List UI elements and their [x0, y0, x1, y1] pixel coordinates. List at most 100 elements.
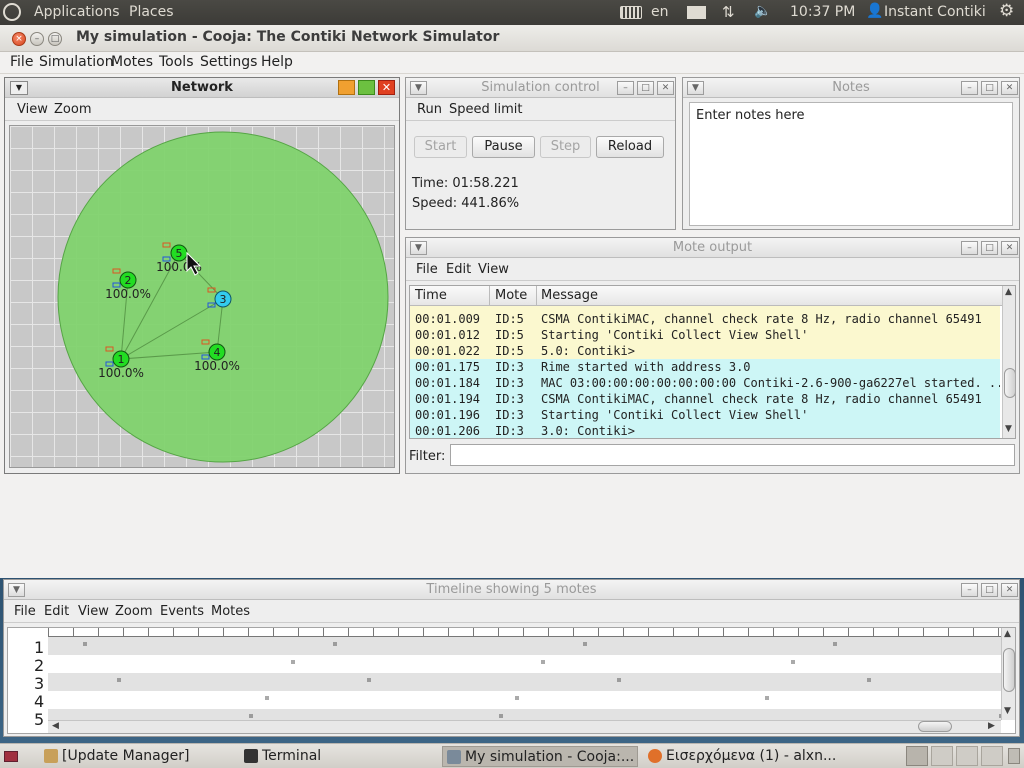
minimize-window-button[interactable]: – [30, 32, 44, 46]
menu-file[interactable]: File [10, 54, 33, 70]
scroll-up-arrow-icon[interactable]: ▲ [1005, 287, 1012, 297]
places-menu[interactable]: Places [129, 4, 174, 20]
keyboard-icon[interactable] [620, 6, 642, 19]
output-menu-view[interactable]: View [478, 262, 509, 277]
timeline-titlebar[interactable]: ▼ Timeline showing 5 motes – □ ✕ [4, 580, 1019, 600]
minimize-frame-button[interactable] [338, 80, 355, 95]
frame-menu-icon[interactable]: ▼ [687, 81, 704, 95]
timeline-horizontal-scrollbar[interactable]: ◀ ▶ [48, 720, 1001, 733]
scrollbar-thumb[interactable] [918, 721, 952, 732]
column-time[interactable]: Time [415, 288, 489, 303]
close-frame-button[interactable]: ✕ [378, 80, 395, 95]
mote-output-table[interactable]: Time Mote Message 00:01.009 ID:5 CSMA Cont… [409, 285, 1016, 439]
ubuntu-logo-icon[interactable] [3, 3, 21, 21]
step-button[interactable]: Step [540, 136, 591, 158]
menu-tools[interactable]: Tools [159, 54, 194, 70]
timeline-vertical-scrollbar[interactable]: ▲ ▼ [1001, 628, 1015, 720]
network-menu-zoom[interactable]: Zoom [54, 102, 91, 117]
frame-menu-icon[interactable]: ▼ [410, 81, 427, 95]
gear-icon[interactable]: ⚙ [999, 1, 1014, 21]
table-row[interactable]: 00:01.184 ID:3 MAC 03:00:00:00:00:00:00:00… [410, 375, 1000, 391]
trash-icon[interactable] [1008, 748, 1020, 764]
sim-menu-run[interactable]: Run [417, 102, 442, 117]
mail-icon[interactable] [687, 6, 706, 19]
close-frame-button[interactable]: ✕ [657, 81, 674, 95]
output-menu-file[interactable]: File [416, 262, 438, 277]
table-row[interactable]: 00:01.196 ID:3 Starting 'Contiki Collect V… [410, 407, 1000, 423]
menu-simulation[interactable]: Simulation [39, 54, 114, 70]
output-menu-edit[interactable]: Edit [446, 262, 471, 277]
sim-menu-speed-limit[interactable]: Speed limit [449, 102, 522, 117]
close-frame-button[interactable]: ✕ [1001, 583, 1018, 597]
notes-titlebar[interactable]: ▼ Notes – □ ✕ [683, 78, 1019, 98]
timeline-menu-motes[interactable]: Motes [211, 604, 250, 619]
taskbar-item-update-manager[interactable]: [Update Manager] [40, 746, 236, 767]
close-frame-button[interactable]: ✕ [1001, 81, 1018, 95]
close-window-button[interactable]: × [12, 32, 26, 46]
minimize-frame-button[interactable]: – [961, 241, 978, 255]
show-desktop-icon[interactable] [4, 751, 18, 762]
notes-textarea[interactable]: Enter notes here [689, 102, 1013, 226]
maximize-frame-button[interactable] [358, 80, 375, 95]
column-mote[interactable]: Mote [495, 288, 527, 303]
scrollbar-thumb[interactable] [1004, 368, 1015, 398]
language-indicator[interactable]: en [651, 4, 669, 20]
taskbar-item-cooja[interactable]: My simulation - Cooja:... [442, 746, 638, 767]
mote-output-titlebar[interactable]: ▼ Mote output – □ ✕ [406, 238, 1019, 258]
filter-input[interactable] [450, 444, 1015, 466]
start-button[interactable]: Start [414, 136, 467, 158]
scroll-left-arrow-icon[interactable]: ◀ [52, 721, 59, 731]
timeline-menu-file[interactable]: File [14, 604, 36, 619]
timeline-menu-zoom[interactable]: Zoom [115, 604, 152, 619]
maximize-frame-button[interactable]: □ [981, 241, 998, 255]
table-row[interactable]: 00:01.194 ID:3 CSMA ContikiMAC, channel ch… [410, 391, 1000, 407]
table-row[interactable]: 00:01.009 ID:5 CSMA ContikiMAC, channel ch… [410, 311, 1000, 327]
table-row[interactable]: 00:01.206 ID:3 3.0: Contiki> [410, 423, 1000, 438]
window-titlebar[interactable]: × – □ My simulation - Cooja: The Contiki… [0, 25, 1024, 52]
minimize-frame-button[interactable]: – [961, 81, 978, 95]
scroll-right-arrow-icon[interactable]: ▶ [988, 721, 995, 731]
table-row[interactable]: 00:01.022 ID:5 5.0: Contiki> [410, 343, 1000, 359]
timeline-menu-view[interactable]: View [78, 604, 109, 619]
table-row[interactable]: 00:01.012 ID:5 Starting 'Contiki Collect V… [410, 327, 1000, 343]
maximize-frame-button[interactable]: □ [981, 583, 998, 597]
minimize-frame-button[interactable]: – [961, 583, 978, 597]
taskbar-item-firefox[interactable]: Εισερχόμενα (1) - alxn... [644, 746, 840, 767]
network-canvas[interactable]: 1 100.0% 2 100.0% 3 4 100.0% 5 100.0% [9, 125, 395, 468]
frame-menu-icon[interactable]: ▼ [410, 241, 427, 255]
workspace-switcher-icon[interactable] [906, 746, 928, 766]
workspace-switcher-icon[interactable] [956, 746, 978, 766]
taskbar-item-terminal[interactable]: Terminal [240, 746, 436, 767]
frame-menu-icon[interactable]: ▼ [10, 81, 28, 95]
scroll-down-arrow-icon[interactable]: ▼ [1005, 424, 1012, 434]
timeline-menu-edit[interactable]: Edit [44, 604, 69, 619]
maximize-frame-button[interactable]: □ [981, 81, 998, 95]
network-menu-view[interactable]: View [17, 102, 48, 117]
maximize-frame-button[interactable]: □ [637, 81, 654, 95]
network-frame-titlebar[interactable]: ▼ Network ✕ [5, 78, 399, 98]
reload-button[interactable]: Reload [596, 136, 664, 158]
column-message[interactable]: Message [541, 288, 598, 303]
applications-menu[interactable]: Applications [34, 4, 120, 20]
maximize-window-button[interactable]: □ [48, 32, 62, 46]
network-transfer-icon[interactable]: ⇅ [722, 3, 735, 21]
close-frame-button[interactable]: ✕ [1001, 241, 1018, 255]
user-menu[interactable]: Instant Contiki [884, 4, 986, 20]
pause-button[interactable]: Pause [472, 136, 535, 158]
scrollbar-thumb[interactable] [1003, 648, 1015, 692]
scroll-down-arrow-icon[interactable]: ▼ [1004, 706, 1011, 716]
menu-settings[interactable]: Settings [200, 54, 257, 70]
menu-help[interactable]: Help [261, 54, 293, 70]
menu-motes[interactable]: Motes [111, 54, 153, 70]
vertical-scrollbar[interactable]: ▲ ▼ [1002, 286, 1015, 438]
minimize-frame-button[interactable]: – [617, 81, 634, 95]
table-row[interactable]: 00:01.175 ID:3 Rime started with address 3… [410, 359, 1000, 375]
timeline-menu-events[interactable]: Events [160, 604, 204, 619]
timeline-canvas[interactable]: 1 2 3 4 5 ▲ ▼ ◀ ▶ [7, 627, 1016, 734]
workspace-switcher-icon[interactable] [981, 746, 1003, 766]
workspace-switcher-icon[interactable] [931, 746, 953, 766]
frame-menu-icon[interactable]: ▼ [8, 583, 25, 597]
simulation-control-titlebar[interactable]: ▼ Simulation control – □ ✕ [406, 78, 675, 98]
volume-icon[interactable]: 🔈 [754, 3, 771, 19]
scroll-up-arrow-icon[interactable]: ▲ [1004, 629, 1011, 639]
